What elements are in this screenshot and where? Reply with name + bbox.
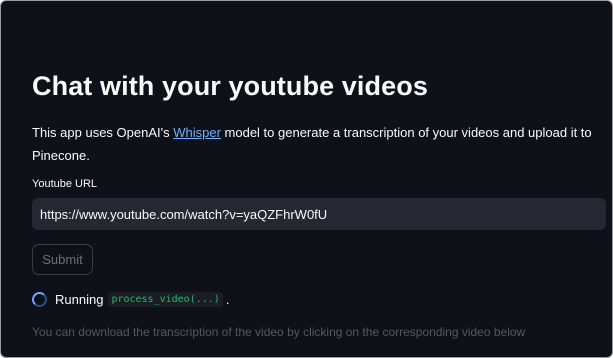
download-caption: You can download the transcription of th… bbox=[32, 325, 526, 339]
submit-button[interactable]: Submit bbox=[32, 244, 93, 275]
status-period: . bbox=[225, 291, 230, 307]
spinner-icon bbox=[32, 291, 47, 307]
whisper-link[interactable]: Whisper bbox=[173, 125, 221, 140]
description-prefix: This app uses OpenAI's bbox=[32, 125, 174, 140]
youtube-url-label: Youtube URL bbox=[32, 178, 98, 190]
running-status: Running process_video(...) . bbox=[32, 290, 229, 308]
app-window: Chat with your youtube videos This app u… bbox=[0, 0, 613, 358]
page-title: Chat with your youtube videos bbox=[32, 71, 428, 101]
app-description: This app uses OpenAI's Whisper model to … bbox=[32, 121, 592, 167]
function-name-code: process_video(...) bbox=[108, 291, 223, 307]
running-label: Running bbox=[55, 291, 104, 307]
youtube-url-input[interactable] bbox=[32, 198, 606, 230]
